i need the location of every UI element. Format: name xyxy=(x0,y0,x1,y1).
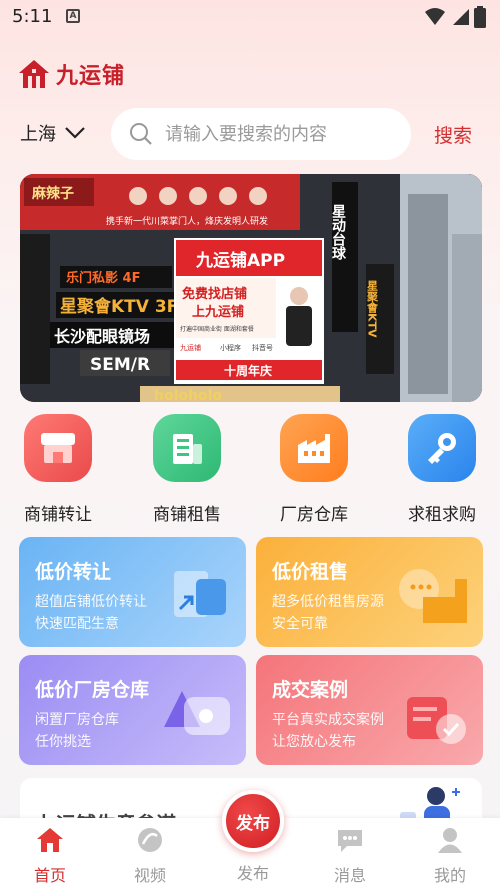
card-low-price-rent[interactable]: 低价租售 超多低价租售房源 安全可靠 xyxy=(256,537,483,647)
notification-icon: A xyxy=(66,9,80,23)
city-label: 上海 xyxy=(20,124,56,145)
tab-label: 视频 xyxy=(133,866,166,885)
shapes-illustration-icon xyxy=(164,691,230,735)
banner-sign-brand: 麻辣子 xyxy=(31,185,74,202)
promo-banner[interactable]: 麻辣子 携手新一代川菜掌门人，烽庆发明人研发 乐门私影 4F 星聚會KTV 3F… xyxy=(20,174,482,402)
quick-menu: 商铺转让 商铺租售 厂房仓库 求租求购 xyxy=(0,414,500,528)
card-low-price-transfer[interactable]: 低价转让 超值店铺低价转让 快速匹配生意 xyxy=(19,537,246,647)
card-subtitle: 超值店铺低价转让 快速匹配生意 xyxy=(35,591,185,635)
logo-icon xyxy=(19,60,49,88)
video-icon xyxy=(138,828,162,852)
search-input[interactable] xyxy=(165,123,395,145)
banner-sign-tower2: 星聚會KTV xyxy=(366,280,380,338)
status-icons xyxy=(424,6,486,28)
card-low-price-factory[interactable]: 低价厂房仓库 闲置厂房仓库 任你挑选 xyxy=(19,655,246,765)
banner-sign-leyou: 乐门私影 4F xyxy=(66,270,140,286)
banner-ad-brand: 九运铺 xyxy=(180,343,201,352)
quick-menu-shop-rent[interactable]: 商铺租售 xyxy=(137,414,237,525)
publish-button[interactable]: 发布 xyxy=(222,790,284,852)
card-subtitle-line: 超值店铺低价转让 xyxy=(35,594,147,610)
banner-image: 麻辣子 携手新一代川菜掌门人，烽庆发明人研发 乐门私影 4F 星聚會KTV 3F… xyxy=(20,174,482,402)
home-icon xyxy=(37,828,63,852)
card-subtitle-line: 快速匹配生意 xyxy=(35,616,119,632)
signal-icon xyxy=(453,9,469,25)
banner-ad-anniversary: 十周年庆 xyxy=(224,363,272,378)
banner-sign-eyewear: 长沙配眼镜场 xyxy=(54,327,150,346)
quick-menu-label: 求租求购 xyxy=(408,505,476,525)
key-icon xyxy=(408,414,476,482)
quick-menu-label: 厂房仓库 xyxy=(280,505,348,525)
transfer-illustration-icon xyxy=(174,571,226,617)
tab-label: 消息 xyxy=(333,866,366,885)
banner-sign-bottom: holoholo xyxy=(154,388,222,402)
tab-mine[interactable]: 我的 xyxy=(410,826,490,886)
banner-ad-small: 打遍中国商业街 面湖和套餐 xyxy=(180,325,254,333)
app-header: 九运铺 xyxy=(18,58,125,90)
quick-menu-factory[interactable]: 厂房仓库 xyxy=(264,414,364,525)
store-icon xyxy=(24,414,92,482)
banner-sign-tower1: 星动台球 xyxy=(330,204,346,261)
user-icon xyxy=(438,828,462,853)
card-title: 低价厂房仓库 xyxy=(35,679,150,701)
quick-menu-shop-transfer[interactable]: 商铺转让 xyxy=(8,414,108,525)
status-bar: 5:11 A xyxy=(0,0,500,34)
city-selector[interactable]: 上海 xyxy=(20,120,86,146)
card-subtitle-line: 平台真实成交案例 xyxy=(272,712,384,728)
wifi-icon xyxy=(425,8,445,25)
search-button[interactable]: 搜索 xyxy=(434,121,472,148)
banner-sign-slogan: 携手新一代川菜掌门人，烽庆发明人研发 xyxy=(106,215,268,227)
card-title: 低价租售 xyxy=(272,561,349,583)
app-title: 九运铺 xyxy=(56,64,126,89)
publish-button-text: 发布 xyxy=(236,813,270,834)
factory-icon xyxy=(280,414,348,482)
card-subtitle: 平台真实成交案例 让您放心发布 xyxy=(272,709,422,753)
message-icon xyxy=(338,830,362,852)
banner-sign-ktv: 星聚會KTV 3F xyxy=(60,296,178,317)
battery-icon xyxy=(474,6,486,28)
banner-ad-title: 九运铺APP xyxy=(195,250,285,271)
tab-home[interactable]: 首页 xyxy=(10,826,90,886)
banner-sign-semr: SEM/R xyxy=(90,355,150,375)
quick-menu-label: 商铺租售 xyxy=(153,505,221,525)
building-icon xyxy=(153,414,221,482)
tab-label: 首页 xyxy=(33,866,66,885)
banner-ad-free2: 上九运铺 xyxy=(192,304,244,320)
card-title: 低价转让 xyxy=(35,561,112,583)
tab-video[interactable]: 视频 xyxy=(110,826,190,886)
chevron-down-icon xyxy=(65,127,85,139)
search-icon xyxy=(130,123,152,145)
banner-ad-mini: 小程序 xyxy=(220,343,241,352)
certificate-illustration-icon xyxy=(407,697,466,744)
banner-ad-douyin: 抖音号 xyxy=(252,343,273,352)
status-time: 5:11 xyxy=(12,6,53,27)
tab-publish-label[interactable]: 发布 xyxy=(222,860,284,884)
quick-menu-seek-rent[interactable]: 求租求购 xyxy=(392,414,492,525)
quick-menu-label: 商铺转让 xyxy=(24,505,92,525)
card-title: 成交案例 xyxy=(272,679,349,701)
banner-ad-free1: 免费找店铺 xyxy=(182,286,247,302)
chat-illustration-icon xyxy=(399,569,467,623)
search-box[interactable] xyxy=(111,108,411,160)
card-subtitle-line: 让您放心发布 xyxy=(272,734,356,750)
tab-label: 我的 xyxy=(433,866,466,885)
card-deal-cases[interactable]: 成交案例 平台真实成交案例 让您放心发布 xyxy=(256,655,483,765)
tab-messages[interactable]: 消息 xyxy=(310,826,390,886)
